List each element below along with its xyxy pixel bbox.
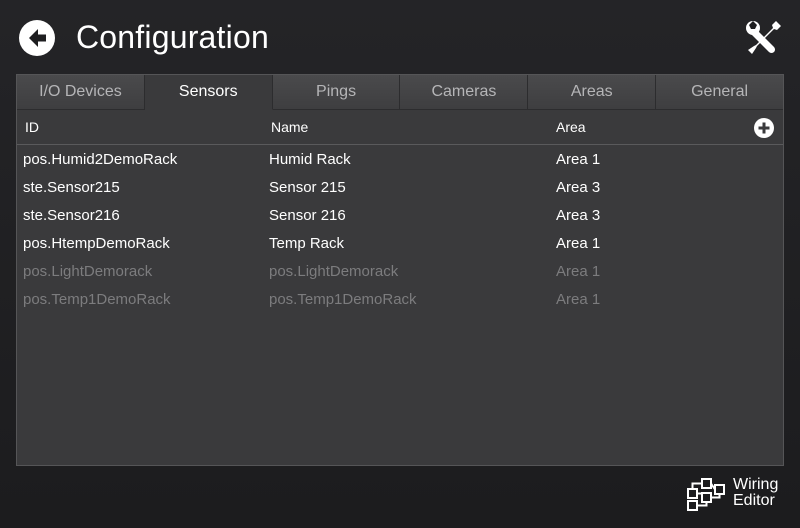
column-header-area[interactable]: Area [556, 110, 586, 145]
wiring-editor-button[interactable]: Wiring Editor [686, 475, 786, 515]
back-arrow-icon [29, 29, 46, 47]
wiring-label-line1: Wiring [733, 476, 779, 493]
configuration-screen: Configuration I/O Devices Sensors Pings … [0, 0, 800, 528]
tab-bar: I/O Devices Sensors Pings Cameras Areas … [17, 75, 783, 110]
row-name: Sensor 215 [269, 179, 346, 196]
row-area: Area 3 [556, 207, 601, 224]
tab-pings[interactable]: Pings [272, 75, 401, 110]
row-name: Humid Rack [269, 151, 351, 168]
add-sensor-button[interactable] [754, 118, 774, 138]
row-id: ste.Sensor215 [23, 179, 120, 196]
back-button[interactable] [19, 20, 55, 56]
tab-io-devices[interactable]: I/O Devices [17, 75, 145, 110]
table-row[interactable]: ste.Sensor215 Sensor 215 Area 3 [17, 174, 783, 202]
row-id: pos.HtempDemoRack [23, 235, 170, 252]
table-row[interactable]: ste.Sensor216 Sensor 216 Area 3 [17, 202, 783, 230]
row-id: pos.Humid2DemoRack [23, 151, 178, 168]
column-header-id[interactable]: ID [25, 110, 39, 145]
row-name: Temp Rack [269, 235, 345, 252]
row-name: pos.Temp1DemoRack [269, 291, 417, 308]
row-id: pos.LightDemorack [23, 263, 153, 280]
page-title: Configuration [76, 19, 269, 55]
table-header: ID Name Area [17, 110, 783, 145]
tab-sensors[interactable]: Sensors [144, 75, 273, 110]
wiring-editor-label: Wiring Editor [733, 477, 778, 509]
row-area: Area 1 [556, 263, 601, 280]
sensors-panel: I/O Devices Sensors Pings Cameras Areas … [16, 74, 784, 466]
wiring-label-line2: Editor [733, 492, 775, 509]
plus-circle-icon [758, 122, 770, 134]
tab-cameras[interactable]: Cameras [400, 75, 529, 110]
wiring-diagram-icon [687, 478, 725, 511]
row-area: Area 1 [556, 291, 601, 308]
tab-areas[interactable]: Areas [528, 75, 657, 110]
table-row[interactable]: pos.Humid2DemoRack Humid Rack Area 1 [17, 146, 783, 174]
row-name: pos.LightDemorack [269, 263, 399, 280]
row-area: Area 1 [556, 235, 601, 252]
wrench-screwdriver-icon [746, 21, 781, 54]
table-row[interactable]: pos.HtempDemoRack Temp Rack Area 1 [17, 230, 783, 258]
row-id: ste.Sensor216 [23, 207, 120, 224]
row-area: Area 1 [556, 151, 601, 168]
settings-tools-button[interactable] [743, 17, 785, 59]
tab-general[interactable]: General [656, 75, 783, 110]
table-row[interactable]: pos.Temp1DemoRack pos.Temp1DemoRack Area… [17, 286, 783, 314]
row-id: pos.Temp1DemoRack [23, 291, 171, 308]
table-row[interactable]: pos.LightDemorack pos.LightDemorack Area… [17, 258, 783, 286]
sensor-list: pos.Humid2DemoRack Humid Rack Area 1 ste… [17, 146, 783, 314]
column-header-name[interactable]: Name [271, 110, 308, 145]
row-name: Sensor 216 [269, 207, 346, 224]
row-area: Area 3 [556, 179, 601, 196]
